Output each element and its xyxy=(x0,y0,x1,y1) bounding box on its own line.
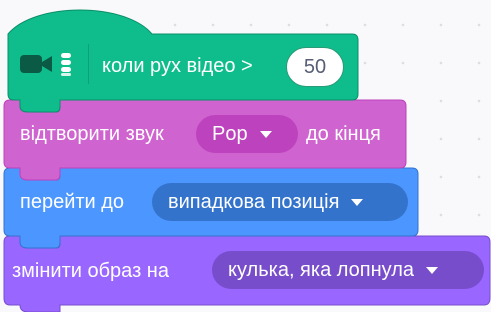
sound-dropdown[interactable]: Pop xyxy=(196,115,298,153)
code-script: коли рух відео > 50 відтворити звук Pop … xyxy=(0,0,491,312)
motion-threshold-value: 50 xyxy=(303,55,327,78)
go-to-target-dropdown[interactable]: випадкова позиція xyxy=(152,183,408,221)
video-camera-icon xyxy=(20,53,71,76)
until-done-label: до кінця xyxy=(306,123,381,145)
chevron-down-icon xyxy=(426,266,438,274)
hat-block-label: коли рух відео > xyxy=(102,55,253,77)
chevron-down-icon xyxy=(351,198,364,206)
chevron-down-icon xyxy=(259,130,272,138)
motion-threshold-input[interactable]: 50 xyxy=(286,47,344,87)
go-to-target-value: випадкова позиція xyxy=(168,190,340,213)
go-to-label: перейти до xyxy=(20,191,125,213)
sound-dropdown-value: Pop xyxy=(212,122,248,145)
switch-costume-label: змінити образ на xyxy=(12,260,169,282)
costume-dropdown[interactable]: кулька, яка лопнула xyxy=(212,251,484,289)
hat-divider xyxy=(88,44,89,84)
play-sound-label: відтворити звук xyxy=(20,123,164,145)
costume-dropdown-value: кулька, яка лопнула xyxy=(228,258,414,281)
